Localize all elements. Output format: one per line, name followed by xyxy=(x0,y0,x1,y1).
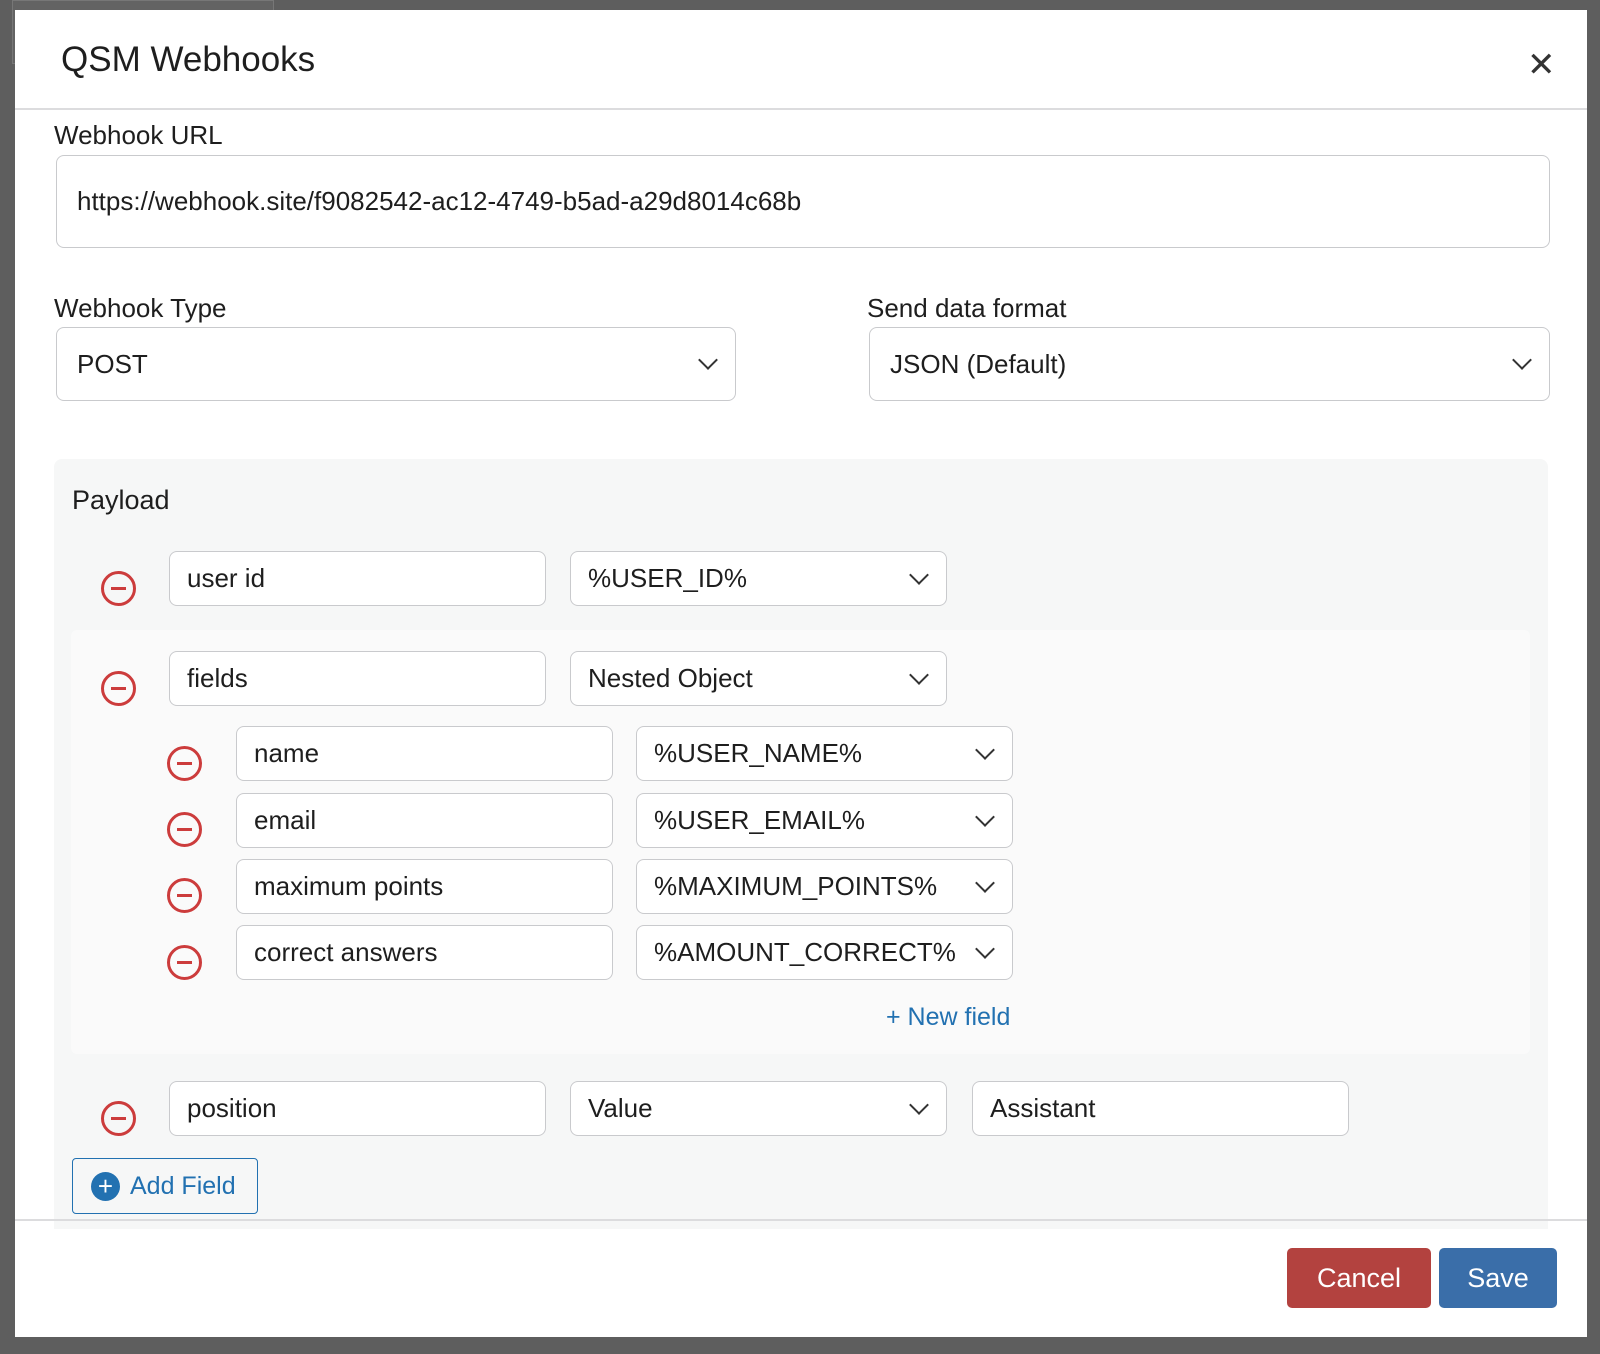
modal-title: QSM Webhooks xyxy=(61,40,316,79)
nested-value: %USER_NAME% xyxy=(654,738,863,768)
field-key-input[interactable]: user id xyxy=(169,551,546,606)
webhook-type-select[interactable]: POST xyxy=(56,327,736,401)
header-divider xyxy=(15,108,1587,110)
chevron-down-icon xyxy=(698,350,718,370)
chevron-down-icon xyxy=(975,806,995,827)
nested-value-select[interactable]: %USER_EMAIL% xyxy=(636,793,1013,848)
field-value-select[interactable]: %USER_ID% xyxy=(570,551,947,606)
field-value-select[interactable]: Value xyxy=(570,1081,947,1136)
field-value: Nested Object xyxy=(588,663,753,693)
nested-value-select[interactable]: %USER_NAME% xyxy=(636,726,1013,781)
webhook-url-label: Webhook URL xyxy=(54,120,223,150)
nested-value: %MAXIMUM_POINTS% xyxy=(654,871,938,901)
field-static-value-input[interactable]: Assistant xyxy=(972,1081,1349,1136)
nested-key-input[interactable]: name xyxy=(236,726,613,781)
nested-value: %AMOUNT_CORRECT% xyxy=(654,937,956,967)
nested-value-select[interactable]: %MAXIMUM_POINTS% xyxy=(636,859,1013,914)
new-nested-field-link[interactable]: + New field xyxy=(886,1003,1010,1032)
remove-field-button[interactable] xyxy=(101,671,136,706)
remove-field-button[interactable] xyxy=(101,1101,136,1136)
add-field-button[interactable]: + Add Field xyxy=(72,1158,258,1214)
remove-nested-field-button[interactable] xyxy=(167,878,202,913)
chevron-down-icon xyxy=(975,739,995,760)
chevron-down-icon xyxy=(975,938,995,959)
field-value: %USER_ID% xyxy=(588,563,747,593)
webhook-url-input[interactable]: https://webhook.site/f9082542-ac12-4749-… xyxy=(56,155,1550,248)
webhook-type-label: Webhook Type xyxy=(54,293,227,323)
footer-divider xyxy=(15,1219,1587,1221)
field-key-input[interactable]: fields xyxy=(169,651,546,706)
chevron-down-icon xyxy=(1512,350,1532,370)
remove-nested-field-button[interactable] xyxy=(167,945,202,980)
nested-value-select[interactable]: %AMOUNT_CORRECT% xyxy=(636,925,1013,980)
add-field-label: Add Field xyxy=(130,1171,236,1200)
save-button[interactable]: Save xyxy=(1439,1248,1557,1308)
field-value-select[interactable]: Nested Object xyxy=(570,651,947,706)
remove-nested-field-button[interactable] xyxy=(167,746,202,781)
remove-nested-field-button[interactable] xyxy=(167,812,202,847)
nested-key-input[interactable]: email xyxy=(236,793,613,848)
remove-field-button[interactable] xyxy=(101,571,136,606)
chevron-down-icon xyxy=(909,1094,929,1115)
nested-value: %USER_EMAIL% xyxy=(654,805,865,835)
payload-title: Payload xyxy=(72,485,170,515)
chevron-down-icon xyxy=(909,664,929,685)
send-format-value: JSON (Default) xyxy=(890,348,1067,379)
nested-key-input[interactable]: maximum points xyxy=(236,859,613,914)
webhook-type-value: POST xyxy=(77,348,148,379)
cancel-button[interactable]: Cancel xyxy=(1287,1248,1431,1308)
field-value: Value xyxy=(588,1093,653,1123)
chevron-down-icon xyxy=(975,872,995,893)
send-format-label: Send data format xyxy=(867,293,1067,323)
nested-key-input[interactable]: correct answers xyxy=(236,925,613,980)
chevron-down-icon xyxy=(909,564,929,585)
webhooks-modal: QSM Webhooks ✕ Webhook URL https://webho… xyxy=(15,10,1587,1337)
plus-circle-icon: + xyxy=(91,1171,120,1201)
send-format-select[interactable]: JSON (Default) xyxy=(869,327,1550,401)
close-icon[interactable]: ✕ xyxy=(1527,48,1556,82)
field-key-input[interactable]: position xyxy=(169,1081,546,1136)
